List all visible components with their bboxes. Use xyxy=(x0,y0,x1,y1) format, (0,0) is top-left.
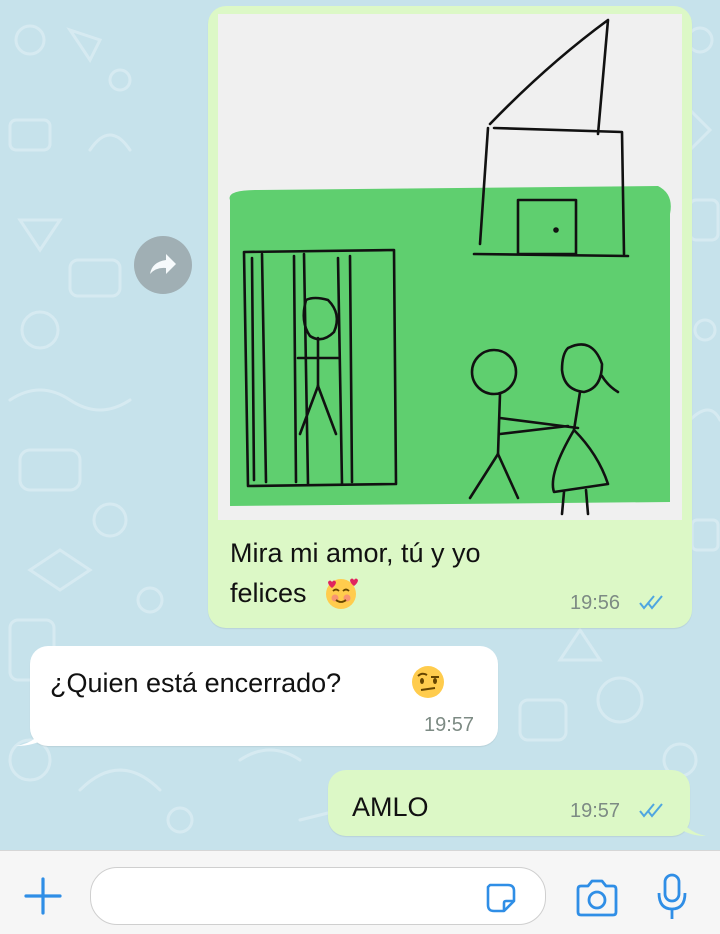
message-time: 19:57 xyxy=(570,800,621,822)
incoming-bubble-tail xyxy=(16,722,46,746)
camera-icon[interactable] xyxy=(574,879,620,917)
stick-figure-drawing xyxy=(218,14,682,520)
chat-background: Mira mi amor, tú y yo felices 19:56 ¿Qui… xyxy=(0,0,720,850)
plus-icon[interactable] xyxy=(22,875,64,917)
smiling-face-with-hearts-icon xyxy=(326,578,358,609)
read-ticks-icon xyxy=(639,595,663,610)
message-input[interactable] xyxy=(90,867,546,925)
image-caption-line-2: felices xyxy=(230,578,307,608)
forward-arrow-icon xyxy=(150,254,176,274)
incoming-message-text: ¿Quien está encerrado? xyxy=(50,668,342,698)
sticker-icon[interactable] xyxy=(484,881,518,915)
outgoing-bubble-tail xyxy=(676,810,706,836)
image-caption-line-1: Mira mi amor, tú y yo xyxy=(230,538,481,568)
outgoing-message-text: AMLO xyxy=(352,792,429,822)
drawing-image[interactable] xyxy=(218,14,682,520)
microphone-icon[interactable] xyxy=(656,873,688,921)
message-time: 19:56 xyxy=(570,592,621,614)
read-ticks-icon xyxy=(639,803,663,818)
composer-bar xyxy=(0,850,720,934)
message-time: 19:57 xyxy=(424,714,475,736)
face-with-raised-eyebrow-icon xyxy=(412,666,444,698)
forward-button[interactable] xyxy=(134,236,192,294)
